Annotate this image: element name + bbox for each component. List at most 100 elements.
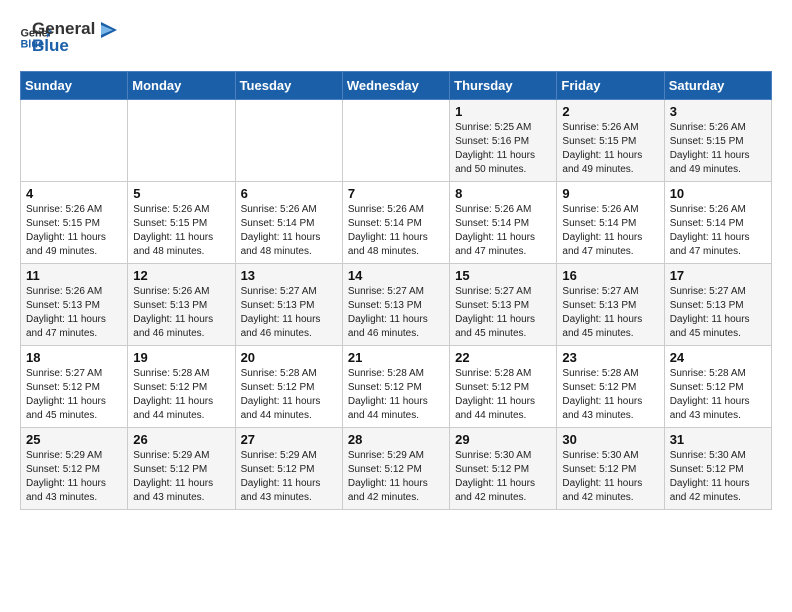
weekday-header-monday: Monday bbox=[128, 72, 235, 100]
weekday-header-saturday: Saturday bbox=[664, 72, 771, 100]
day-number: 20 bbox=[241, 350, 337, 365]
day-number: 26 bbox=[133, 432, 229, 447]
day-info: Sunrise: 5:26 AMSunset: 5:15 PMDaylight:… bbox=[26, 203, 122, 259]
weekday-header-sunday: Sunday bbox=[21, 72, 128, 100]
day-number: 4 bbox=[26, 186, 122, 201]
calendar-cell: 13 Sunrise: 5:27 AMSunset: 5:13 PMDayligh… bbox=[235, 264, 342, 346]
day-number: 3 bbox=[670, 104, 766, 119]
calendar-cell: 7 Sunrise: 5:26 AMSunset: 5:14 PMDaylight… bbox=[342, 182, 449, 264]
day-info: Sunrise: 5:26 AMSunset: 5:15 PMDaylight:… bbox=[670, 121, 766, 177]
calendar-cell: 26 Sunrise: 5:29 AMSunset: 5:12 PMDayligh… bbox=[128, 428, 235, 510]
calendar-cell: 9Sunrise: 5:26 AMSunset: 5:14 PMDaylight… bbox=[557, 182, 664, 264]
day-info: Sunrise: 5:28 AMSunset: 5:12 PMDaylight:… bbox=[562, 367, 658, 423]
calendar-cell: 28Sunrise: 5:29 AMSunset: 5:12 PMDayligh… bbox=[342, 428, 449, 510]
day-info: Sunrise: 5:26 AMSunset: 5:14 PMDaylight:… bbox=[670, 203, 766, 259]
day-number: 31 bbox=[670, 432, 766, 447]
day-number: 19 bbox=[133, 350, 229, 365]
day-number: 18 bbox=[26, 350, 122, 365]
calendar-cell: 10Sunrise: 5:26 AMSunset: 5:14 PMDayligh… bbox=[664, 182, 771, 264]
calendar-table: SundayMondayTuesdayWednesdayThursdayFrid… bbox=[20, 71, 772, 510]
calendar-cell: 11 Sunrise: 5:26 AMSunset: 5:13 PMDayligh… bbox=[21, 264, 128, 346]
day-number: 13 bbox=[241, 268, 337, 283]
day-number: 14 bbox=[348, 268, 444, 283]
day-number: 16 bbox=[562, 268, 658, 283]
day-info: Sunrise: 5:28 AMSunset: 5:12 PMDaylight:… bbox=[133, 367, 229, 423]
day-number: 5 bbox=[133, 186, 229, 201]
calendar-cell: 12 Sunrise: 5:26 AMSunset: 5:13 PMDayligh… bbox=[128, 264, 235, 346]
day-number: 27 bbox=[241, 432, 337, 447]
day-info: Sunrise: 5:28 AMSunset: 5:12 PMDaylight:… bbox=[348, 367, 444, 423]
day-info: Sunrise: 5:26 AMSunset: 5:14 PMDaylight:… bbox=[348, 203, 444, 259]
calendar-cell bbox=[21, 100, 128, 182]
day-number: 1 bbox=[455, 104, 551, 119]
day-info: Sunrise: 5:26 AMSunset: 5:14 PMDaylight:… bbox=[241, 203, 337, 259]
weekday-header-wednesday: Wednesday bbox=[342, 72, 449, 100]
day-info: Sunrise: 5:25 AMSunset: 5:16 PMDaylight:… bbox=[455, 121, 551, 177]
calendar-cell: 27Sunrise: 5:29 AMSunset: 5:12 PMDayligh… bbox=[235, 428, 342, 510]
day-number: 17 bbox=[670, 268, 766, 283]
day-number: 24 bbox=[670, 350, 766, 365]
day-info: Sunrise: 5:29 AMSunset: 5:12 PMDaylight:… bbox=[133, 449, 229, 505]
weekday-header-tuesday: Tuesday bbox=[235, 72, 342, 100]
calendar-cell: 23 Sunrise: 5:28 AMSunset: 5:12 PMDayligh… bbox=[557, 346, 664, 428]
page-header: General Blue General Blue bbox=[20, 20, 772, 55]
day-number: 8 bbox=[455, 186, 551, 201]
calendar-week-row: 18 Sunrise: 5:27 AMSunset: 5:12 PMDayligh… bbox=[21, 346, 772, 428]
day-info: Sunrise: 5:30 AMSunset: 5:12 PMDaylight:… bbox=[455, 449, 551, 505]
day-number: 7 bbox=[348, 186, 444, 201]
calendar-week-row: 25 Sunrise: 5:29 AMSunset: 5:12 PMDayligh… bbox=[21, 428, 772, 510]
day-number: 11 bbox=[26, 268, 122, 283]
calendar-cell: 6 Sunrise: 5:26 AMSunset: 5:14 PMDaylight… bbox=[235, 182, 342, 264]
calendar-cell: 22Sunrise: 5:28 AMSunset: 5:12 PMDayligh… bbox=[450, 346, 557, 428]
calendar-cell: 29Sunrise: 5:30 AMSunset: 5:12 PMDayligh… bbox=[450, 428, 557, 510]
calendar-cell: 2 Sunrise: 5:26 AMSunset: 5:15 PMDaylight… bbox=[557, 100, 664, 182]
day-info: Sunrise: 5:27 AMSunset: 5:13 PMDaylight:… bbox=[348, 285, 444, 341]
day-info: Sunrise: 5:29 AMSunset: 5:12 PMDaylight:… bbox=[348, 449, 444, 505]
calendar-cell: 24 Sunrise: 5:28 AMSunset: 5:12 PMDayligh… bbox=[664, 346, 771, 428]
day-number: 23 bbox=[562, 350, 658, 365]
day-info: Sunrise: 5:28 AMSunset: 5:12 PMDaylight:… bbox=[241, 367, 337, 423]
day-number: 12 bbox=[133, 268, 229, 283]
day-info: Sunrise: 5:27 AMSunset: 5:13 PMDaylight:… bbox=[241, 285, 337, 341]
day-number: 9 bbox=[562, 186, 658, 201]
calendar-cell bbox=[342, 100, 449, 182]
day-info: Sunrise: 5:28 AMSunset: 5:12 PMDaylight:… bbox=[455, 367, 551, 423]
calendar-cell: 18 Sunrise: 5:27 AMSunset: 5:12 PMDayligh… bbox=[21, 346, 128, 428]
day-info: Sunrise: 5:28 AMSunset: 5:12 PMDaylight:… bbox=[670, 367, 766, 423]
calendar-cell: 4 Sunrise: 5:26 AMSunset: 5:15 PMDaylight… bbox=[21, 182, 128, 264]
day-number: 15 bbox=[455, 268, 551, 283]
calendar-week-row: 11 Sunrise: 5:26 AMSunset: 5:13 PMDayligh… bbox=[21, 264, 772, 346]
day-info: Sunrise: 5:30 AMSunset: 5:12 PMDaylight:… bbox=[670, 449, 766, 505]
calendar-cell: 14 Sunrise: 5:27 AMSunset: 5:13 PMDayligh… bbox=[342, 264, 449, 346]
calendar-cell: 1 Sunrise: 5:25 AMSunset: 5:16 PMDaylight… bbox=[450, 100, 557, 182]
calendar-header-row: SundayMondayTuesdayWednesdayThursdayFrid… bbox=[21, 72, 772, 100]
day-info: Sunrise: 5:26 AMSunset: 5:15 PMDaylight:… bbox=[133, 203, 229, 259]
day-info: Sunrise: 5:27 AMSunset: 5:12 PMDaylight:… bbox=[26, 367, 122, 423]
logo-blue-text: Blue bbox=[32, 37, 119, 56]
logo: General Blue General Blue bbox=[20, 20, 119, 55]
day-number: 25 bbox=[26, 432, 122, 447]
day-info: Sunrise: 5:26 AMSunset: 5:13 PMDaylight:… bbox=[26, 285, 122, 341]
calendar-cell: 19 Sunrise: 5:28 AMSunset: 5:12 PMDayligh… bbox=[128, 346, 235, 428]
calendar-cell bbox=[235, 100, 342, 182]
day-info: Sunrise: 5:26 AMSunset: 5:15 PMDaylight:… bbox=[562, 121, 658, 177]
calendar-cell: 25 Sunrise: 5:29 AMSunset: 5:12 PMDayligh… bbox=[21, 428, 128, 510]
calendar-cell: 20 Sunrise: 5:28 AMSunset: 5:12 PMDayligh… bbox=[235, 346, 342, 428]
day-number: 21 bbox=[348, 350, 444, 365]
calendar-cell: 16 Sunrise: 5:27 AMSunset: 5:13 PMDayligh… bbox=[557, 264, 664, 346]
day-number: 30 bbox=[562, 432, 658, 447]
calendar-cell: 31 Sunrise: 5:30 AMSunset: 5:12 PMDayligh… bbox=[664, 428, 771, 510]
day-info: Sunrise: 5:26 AMSunset: 5:13 PMDaylight:… bbox=[133, 285, 229, 341]
day-number: 6 bbox=[241, 186, 337, 201]
calendar-week-row: 4 Sunrise: 5:26 AMSunset: 5:15 PMDaylight… bbox=[21, 182, 772, 264]
weekday-header-friday: Friday bbox=[557, 72, 664, 100]
day-info: Sunrise: 5:30 AMSunset: 5:12 PMDaylight:… bbox=[562, 449, 658, 505]
day-info: Sunrise: 5:27 AMSunset: 5:13 PMDaylight:… bbox=[562, 285, 658, 341]
calendar-cell: 17 Sunrise: 5:27 AMSunset: 5:13 PMDayligh… bbox=[664, 264, 771, 346]
weekday-header-thursday: Thursday bbox=[450, 72, 557, 100]
day-info: Sunrise: 5:27 AMSunset: 5:13 PMDaylight:… bbox=[455, 285, 551, 341]
calendar-cell: 5 Sunrise: 5:26 AMSunset: 5:15 PMDaylight… bbox=[128, 182, 235, 264]
day-number: 2 bbox=[562, 104, 658, 119]
day-info: Sunrise: 5:29 AMSunset: 5:12 PMDaylight:… bbox=[26, 449, 122, 505]
day-info: Sunrise: 5:27 AMSunset: 5:13 PMDaylight:… bbox=[670, 285, 766, 341]
